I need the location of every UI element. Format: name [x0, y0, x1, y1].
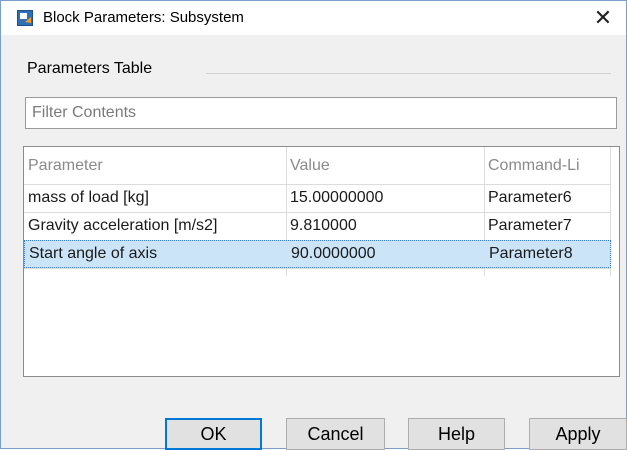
block-parameters-dialog: Block Parameters: Subsystem ✕ Parameters… — [0, 0, 627, 450]
window-title: Block Parameters: Subsystem — [43, 9, 244, 26]
apply-button[interactable]: Apply — [529, 418, 627, 450]
parameters-table: Parameter Value Command-Li mass of load … — [23, 146, 620, 377]
table-header-row: Parameter Value Command-Li — [24, 147, 611, 175]
value-cell[interactable]: 9.810000 — [286, 212, 484, 240]
value-cell[interactable]: 90.0000000 — [287, 241, 485, 269]
command-cell[interactable]: Parameter6 — [484, 184, 611, 212]
filter-contents-input[interactable] — [25, 97, 617, 129]
column-header-parameter[interactable]: Parameter — [24, 147, 286, 184]
close-button[interactable]: ✕ — [580, 1, 626, 35]
parameter-cell: Gravity acceleration [m/s2] — [28, 217, 218, 234]
table-row[interactable]: Gravity acceleration [m/s2] 9.810000 Par… — [24, 212, 611, 240]
title-bar[interactable]: Block Parameters: Subsystem ✕ — [1, 1, 626, 35]
close-icon: ✕ — [593, 5, 613, 30]
command-cell[interactable]: Parameter7 — [484, 212, 611, 240]
ok-button[interactable]: OK — [165, 418, 262, 450]
cancel-button[interactable]: Cancel — [286, 418, 385, 450]
table-row[interactable]: mass of load [kg] 15.00000000 Parameter6 — [24, 184, 611, 212]
column-header-value[interactable]: Value — [286, 147, 484, 184]
value-cell[interactable]: 15.00000000 — [286, 184, 484, 212]
column-header-command-line[interactable]: Command-Li — [484, 147, 611, 184]
command-cell[interactable]: Parameter8 — [485, 241, 612, 269]
parameters-table-group-title: Parameters Table — [27, 60, 153, 77]
group-divider — [206, 73, 611, 74]
parameter-cell: mass of load [kg] — [28, 189, 149, 206]
help-button[interactable]: Help — [408, 418, 505, 450]
simulink-block-icon — [17, 10, 33, 26]
parameter-cell: Start angle of axis — [29, 245, 158, 262]
table-row-selected[interactable]: Start angle of axis 90.0000000 Parameter… — [24, 240, 611, 268]
